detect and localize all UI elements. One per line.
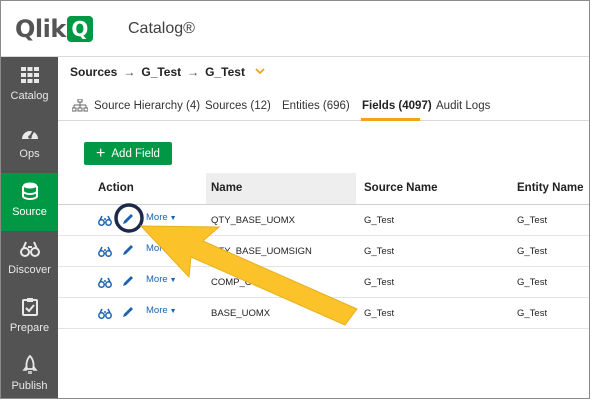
pencil-icon[interactable] [122, 243, 134, 261]
cell-entity-name: G_Test [517, 246, 548, 257]
sidebar-item-prepare[interactable]: Prepare [1, 289, 58, 347]
binoculars-icon[interactable] [98, 244, 112, 262]
column-header-name[interactable]: Name [211, 182, 242, 194]
sidebar: Catalog Ops Source Discover Prepare Publ… [1, 57, 58, 398]
more-dropdown[interactable]: More ▼ [146, 274, 177, 285]
chevron-down-icon[interactable] [255, 66, 265, 78]
add-field-label: Add Field [111, 147, 160, 160]
cell-name[interactable]: BASE_UOMX [211, 308, 270, 319]
sidebar-item-source[interactable]: Source [1, 173, 58, 231]
active-tab-indicator [361, 118, 420, 121]
cell-source-name: G_Test [364, 246, 395, 257]
caret-down-icon: ▼ [169, 246, 177, 253]
sidebar-item-label: Catalog [10, 90, 49, 102]
sidebar-item-label: Discover [8, 264, 51, 276]
breadcrumb-separator: → [187, 65, 200, 79]
more-dropdown[interactable]: More ▼ [146, 243, 177, 254]
rocket-icon [1, 355, 58, 375]
breadcrumb: Sources → G_Test → G_Test [70, 65, 265, 79]
sidebar-item-label: Ops [19, 148, 40, 160]
table-row: More ▼ COMP_CODE G_Test G_Test [58, 267, 589, 298]
tab-audit-logs[interactable]: Audit Logs [436, 100, 490, 112]
binoculars-icon [1, 239, 58, 259]
breadcrumb-item[interactable]: G_Test [141, 65, 181, 79]
pencil-icon[interactable] [122, 305, 134, 323]
tab-fields[interactable]: Fields (4097) [362, 100, 432, 112]
hierarchy-icon [71, 98, 89, 118]
pencil-icon[interactable] [122, 212, 134, 230]
tab-source-hierarchy[interactable]: Source Hierarchy (4) [94, 100, 200, 112]
table-row: More ▼ QTY_BASE_UOMSIGN G_Test G_Test [58, 236, 589, 267]
cell-entity-name: G_Test [517, 215, 548, 226]
caret-down-icon: ▼ [169, 308, 177, 315]
breadcrumb-item[interactable]: G_Test [205, 65, 245, 79]
clipboard-icon [1, 297, 58, 317]
sidebar-item-discover[interactable]: Discover [1, 231, 58, 289]
caret-down-icon: ▼ [169, 215, 177, 222]
app-window: Qlik Q Catalog® Catalog Ops Source Disco… [0, 0, 590, 399]
sidebar-item-ops[interactable]: Ops [1, 115, 58, 173]
more-label: More [146, 243, 168, 254]
sidebar-item-publish[interactable]: Publish [1, 347, 58, 398]
more-dropdown[interactable]: More ▼ [146, 212, 177, 223]
cell-name[interactable]: QTY_BASE_UOMX [211, 215, 295, 226]
caret-down-icon: ▼ [169, 277, 177, 284]
binoculars-icon[interactable] [98, 306, 112, 324]
gauge-icon [1, 123, 58, 143]
logo-mark: Q [66, 16, 93, 42]
binoculars-icon[interactable] [98, 213, 112, 231]
table-row: More ▼ QTY_BASE_UOMX G_Test G_Test [58, 205, 589, 236]
column-header-action: Action [98, 182, 134, 194]
cell-entity-name: G_Test [517, 308, 548, 319]
more-label: More [146, 305, 168, 316]
more-dropdown[interactable]: More ▼ [146, 305, 177, 316]
database-icon [1, 181, 58, 201]
table-row: More ▼ BASE_UOMX G_Test G_Test [58, 298, 589, 329]
cell-name[interactable]: QTY_BASE_UOMSIGN [211, 246, 312, 257]
more-label: More [146, 212, 168, 223]
sidebar-item-label: Publish [11, 380, 48, 392]
qlik-logo[interactable]: Qlik Q [15, 14, 93, 44]
breadcrumb-item[interactable]: Sources [70, 65, 117, 79]
binoculars-icon[interactable] [98, 275, 112, 293]
cell-name[interactable]: COMP_CODE [211, 277, 272, 288]
app-title: Catalog® [128, 20, 195, 37]
plus-icon: + [96, 144, 106, 162]
column-header-source-name[interactable]: Source Name [364, 182, 438, 194]
more-label: More [146, 274, 168, 285]
tab-bar: Source Hierarchy (4) Sources (12) Entiti… [58, 89, 589, 121]
cell-source-name: G_Test [364, 215, 395, 226]
logo-text: Qlik [15, 15, 66, 43]
cell-source-name: G_Test [364, 308, 395, 319]
tab-sources[interactable]: Sources (12) [205, 100, 271, 112]
cell-source-name: G_Test [364, 277, 395, 288]
grid-icon [1, 65, 58, 85]
sidebar-item-catalog[interactable]: Catalog [1, 57, 58, 115]
tab-entities[interactable]: Entities (696) [282, 100, 350, 112]
cell-entity-name: G_Test [517, 277, 548, 288]
breadcrumb-separator: → [123, 65, 136, 79]
column-header-entity-name[interactable]: Entity Name [517, 182, 583, 194]
pencil-icon[interactable] [122, 274, 134, 292]
add-field-button[interactable]: + Add Field [84, 142, 172, 165]
sidebar-item-label: Prepare [9, 322, 50, 334]
top-bar: Qlik Q Catalog® [1, 1, 589, 57]
table-header: Action Name Source Name Entity Name [58, 173, 589, 205]
sidebar-item-label: Source [12, 206, 47, 218]
